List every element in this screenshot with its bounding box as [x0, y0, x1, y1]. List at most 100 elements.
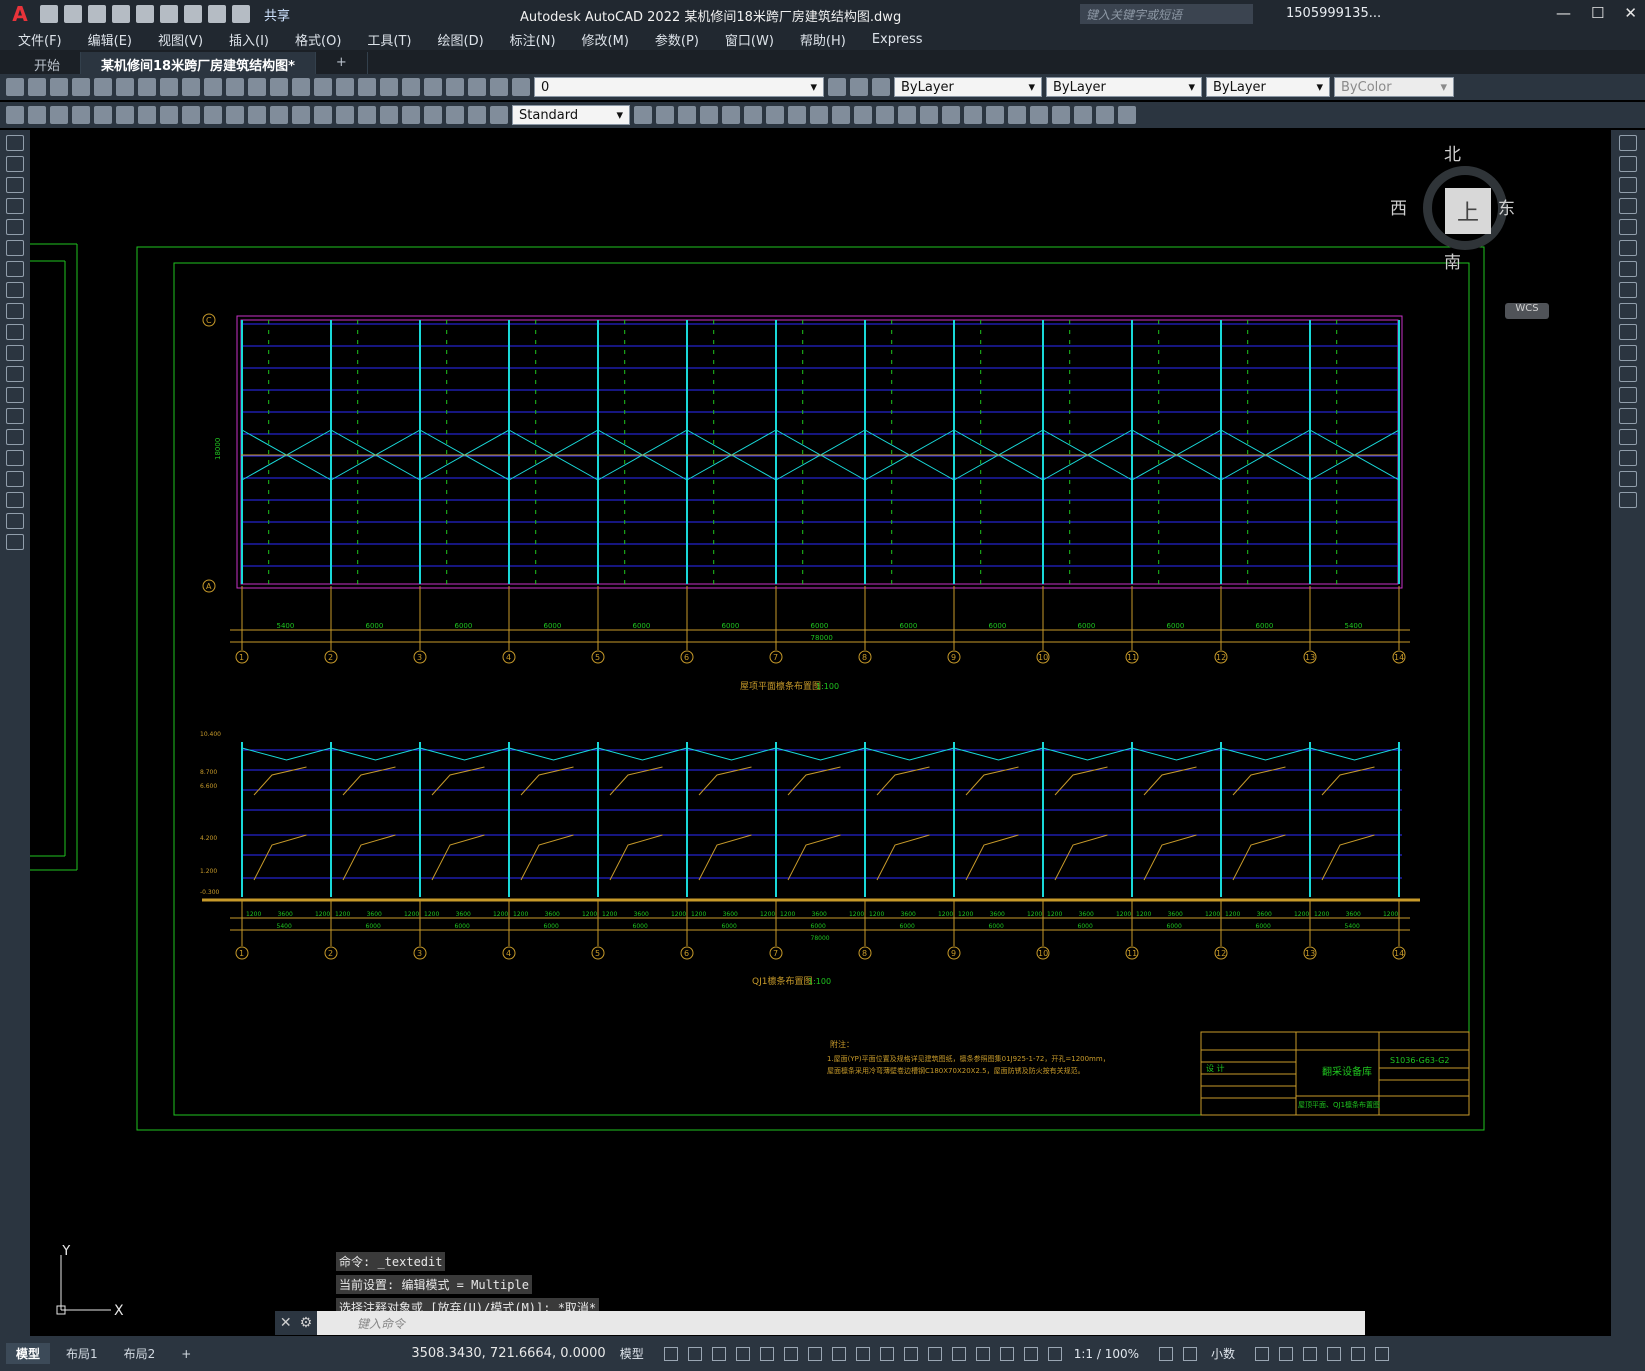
draworder-icon[interactable] — [1008, 106, 1026, 124]
offset-icon[interactable] — [1619, 198, 1637, 214]
object-snap-tracking-icon[interactable] — [807, 1346, 822, 1361]
color-dropdown[interactable]: ByLayer ▾ — [894, 77, 1042, 97]
autocad-logo-icon[interactable]: A — [0, 0, 40, 28]
layer-previous-icon[interactable] — [850, 78, 868, 96]
layer-freeze-icon[interactable] — [50, 106, 68, 124]
circle-icon[interactable] — [6, 261, 24, 277]
pan-icon[interactable] — [270, 78, 288, 96]
selection-filter-icon[interactable] — [975, 1346, 990, 1361]
cut-icon[interactable] — [138, 78, 156, 96]
undo-icon[interactable] — [226, 78, 244, 96]
layer-walk-icon[interactable] — [6, 106, 24, 124]
clip-icon[interactable] — [1118, 106, 1136, 124]
layer-properties-icon[interactable] — [512, 78, 530, 96]
mirror-icon[interactable] — [1619, 177, 1637, 193]
publish-icon[interactable] — [116, 78, 134, 96]
modify-array-icon[interactable] — [744, 106, 762, 124]
menu-format[interactable]: 格式(O) — [295, 30, 341, 49]
isolate-objects-icon[interactable] — [1303, 1346, 1318, 1361]
menu-edit[interactable]: 编辑(E) — [88, 30, 132, 49]
modify-explode-icon[interactable] — [986, 106, 1004, 124]
viewcube-east[interactable]: 东 — [1498, 194, 1515, 219]
rotate-icon[interactable] — [1619, 261, 1637, 277]
lineweight-icon[interactable] — [855, 1346, 870, 1361]
modify-offset-icon[interactable] — [722, 106, 740, 124]
lock-ui-icon[interactable] — [1279, 1346, 1294, 1361]
menu-tools[interactable]: 工具(T) — [367, 30, 411, 49]
3d-osnap-icon[interactable] — [927, 1346, 942, 1361]
modify-trim-icon[interactable] — [854, 106, 872, 124]
fillet-icon[interactable] — [1619, 450, 1637, 466]
polar-icon[interactable] — [759, 1346, 774, 1361]
new-icon[interactable] — [6, 78, 24, 96]
model-space-toggle[interactable]: 模型 — [620, 1345, 644, 1362]
menu-express[interactable]: Express — [872, 32, 923, 47]
markup-icon[interactable] — [446, 78, 464, 96]
search-input[interactable]: 键入关键字或短语 — [1080, 4, 1253, 24]
chamfer-icon[interactable] — [1619, 429, 1637, 445]
make-current-layer-icon[interactable] — [828, 78, 846, 96]
menu-view[interactable]: 视图(V) — [158, 30, 203, 49]
extend-icon[interactable] — [1619, 345, 1637, 361]
paste-icon[interactable] — [182, 78, 200, 96]
menu-insert[interactable]: 插入(I) — [229, 30, 269, 49]
dynamic-ucs-icon[interactable] — [951, 1346, 966, 1361]
modify-fillet-icon[interactable] — [964, 106, 982, 124]
stretch-icon[interactable] — [1619, 303, 1637, 319]
dim-ordinate-icon[interactable] — [138, 106, 156, 124]
line-icon[interactable] — [6, 135, 24, 151]
lineweight-dropdown[interactable]: ByLayer ▾ — [1206, 77, 1330, 97]
menu-parametric[interactable]: 参数(P) — [655, 30, 699, 49]
region-icon[interactable] — [6, 471, 24, 487]
polyline-icon[interactable] — [6, 177, 24, 193]
tab-layout1[interactable]: 布局1 — [56, 1343, 108, 1364]
add-layout-icon[interactable]: + — [171, 1345, 201, 1363]
layer-dropdown[interactable]: 0 ▾ — [534, 77, 824, 97]
open-icon[interactable] — [28, 78, 46, 96]
layer-state-icon[interactable] — [872, 78, 890, 96]
matchprop-icon[interactable] — [204, 78, 222, 96]
copy-icon[interactable] — [160, 78, 178, 96]
modify-join-icon[interactable] — [920, 106, 938, 124]
snap-icon[interactable] — [687, 1346, 702, 1361]
viewcube[interactable]: 上 北 南 东 西 — [1390, 138, 1535, 278]
dim-break-icon[interactable] — [336, 106, 354, 124]
dim-edit-icon[interactable] — [446, 106, 464, 124]
web-save-icon[interactable] — [160, 5, 178, 23]
coordinate-readout[interactable]: 3508.3430, 721.6664, 0.0000 — [411, 1346, 605, 1361]
menu-modify[interactable]: 修改(M) — [582, 30, 629, 49]
command-line-grip[interactable]: ✕ ⚙ — [275, 1311, 317, 1335]
menu-draw[interactable]: 绘图(D) — [438, 30, 484, 49]
calculator-icon[interactable] — [468, 78, 486, 96]
tab-drawing[interactable]: 某机修间18米跨厂房建筑结构图* — [81, 52, 316, 74]
open-icon[interactable] — [64, 5, 82, 23]
spline-icon[interactable] — [6, 303, 24, 319]
gizmo-icon[interactable] — [999, 1346, 1014, 1361]
customize-icon[interactable]: ⚙ — [300, 1315, 313, 1331]
insert-block-icon[interactable] — [6, 366, 24, 382]
help-icon[interactable] — [490, 78, 508, 96]
modify-mirror-icon[interactable] — [700, 106, 718, 124]
dim-diameter-icon[interactable] — [204, 106, 222, 124]
make-block-icon[interactable] — [6, 387, 24, 403]
share-button[interactable]: 共享 — [264, 5, 290, 24]
zoom-realtime-icon[interactable] — [292, 78, 310, 96]
modify-copy-icon[interactable] — [678, 106, 696, 124]
modify-chamfer-icon[interactable] — [942, 106, 960, 124]
clean-screen-icon[interactable] — [1351, 1346, 1366, 1361]
redo-icon[interactable] — [232, 5, 250, 23]
modify-extend-icon[interactable] — [876, 106, 894, 124]
explode-icon[interactable] — [1619, 492, 1637, 508]
modify-break-icon[interactable] — [898, 106, 916, 124]
user-account[interactable]: 1505999135... — [1286, 6, 1381, 21]
hatch-icon[interactable] — [6, 429, 24, 445]
selection-cycling-icon[interactable] — [903, 1346, 918, 1361]
add-selected-icon[interactable] — [6, 534, 24, 550]
viewcube-west[interactable]: 西 — [1390, 194, 1407, 219]
modify-move-icon[interactable] — [766, 106, 784, 124]
tool-palettes-icon[interactable] — [402, 78, 420, 96]
dim-baseline-icon[interactable] — [270, 106, 288, 124]
attach-icon[interactable] — [1096, 106, 1114, 124]
print-icon[interactable] — [72, 78, 90, 96]
annotation-scale[interactable]: 1:1 / 100% — [1074, 1347, 1139, 1361]
